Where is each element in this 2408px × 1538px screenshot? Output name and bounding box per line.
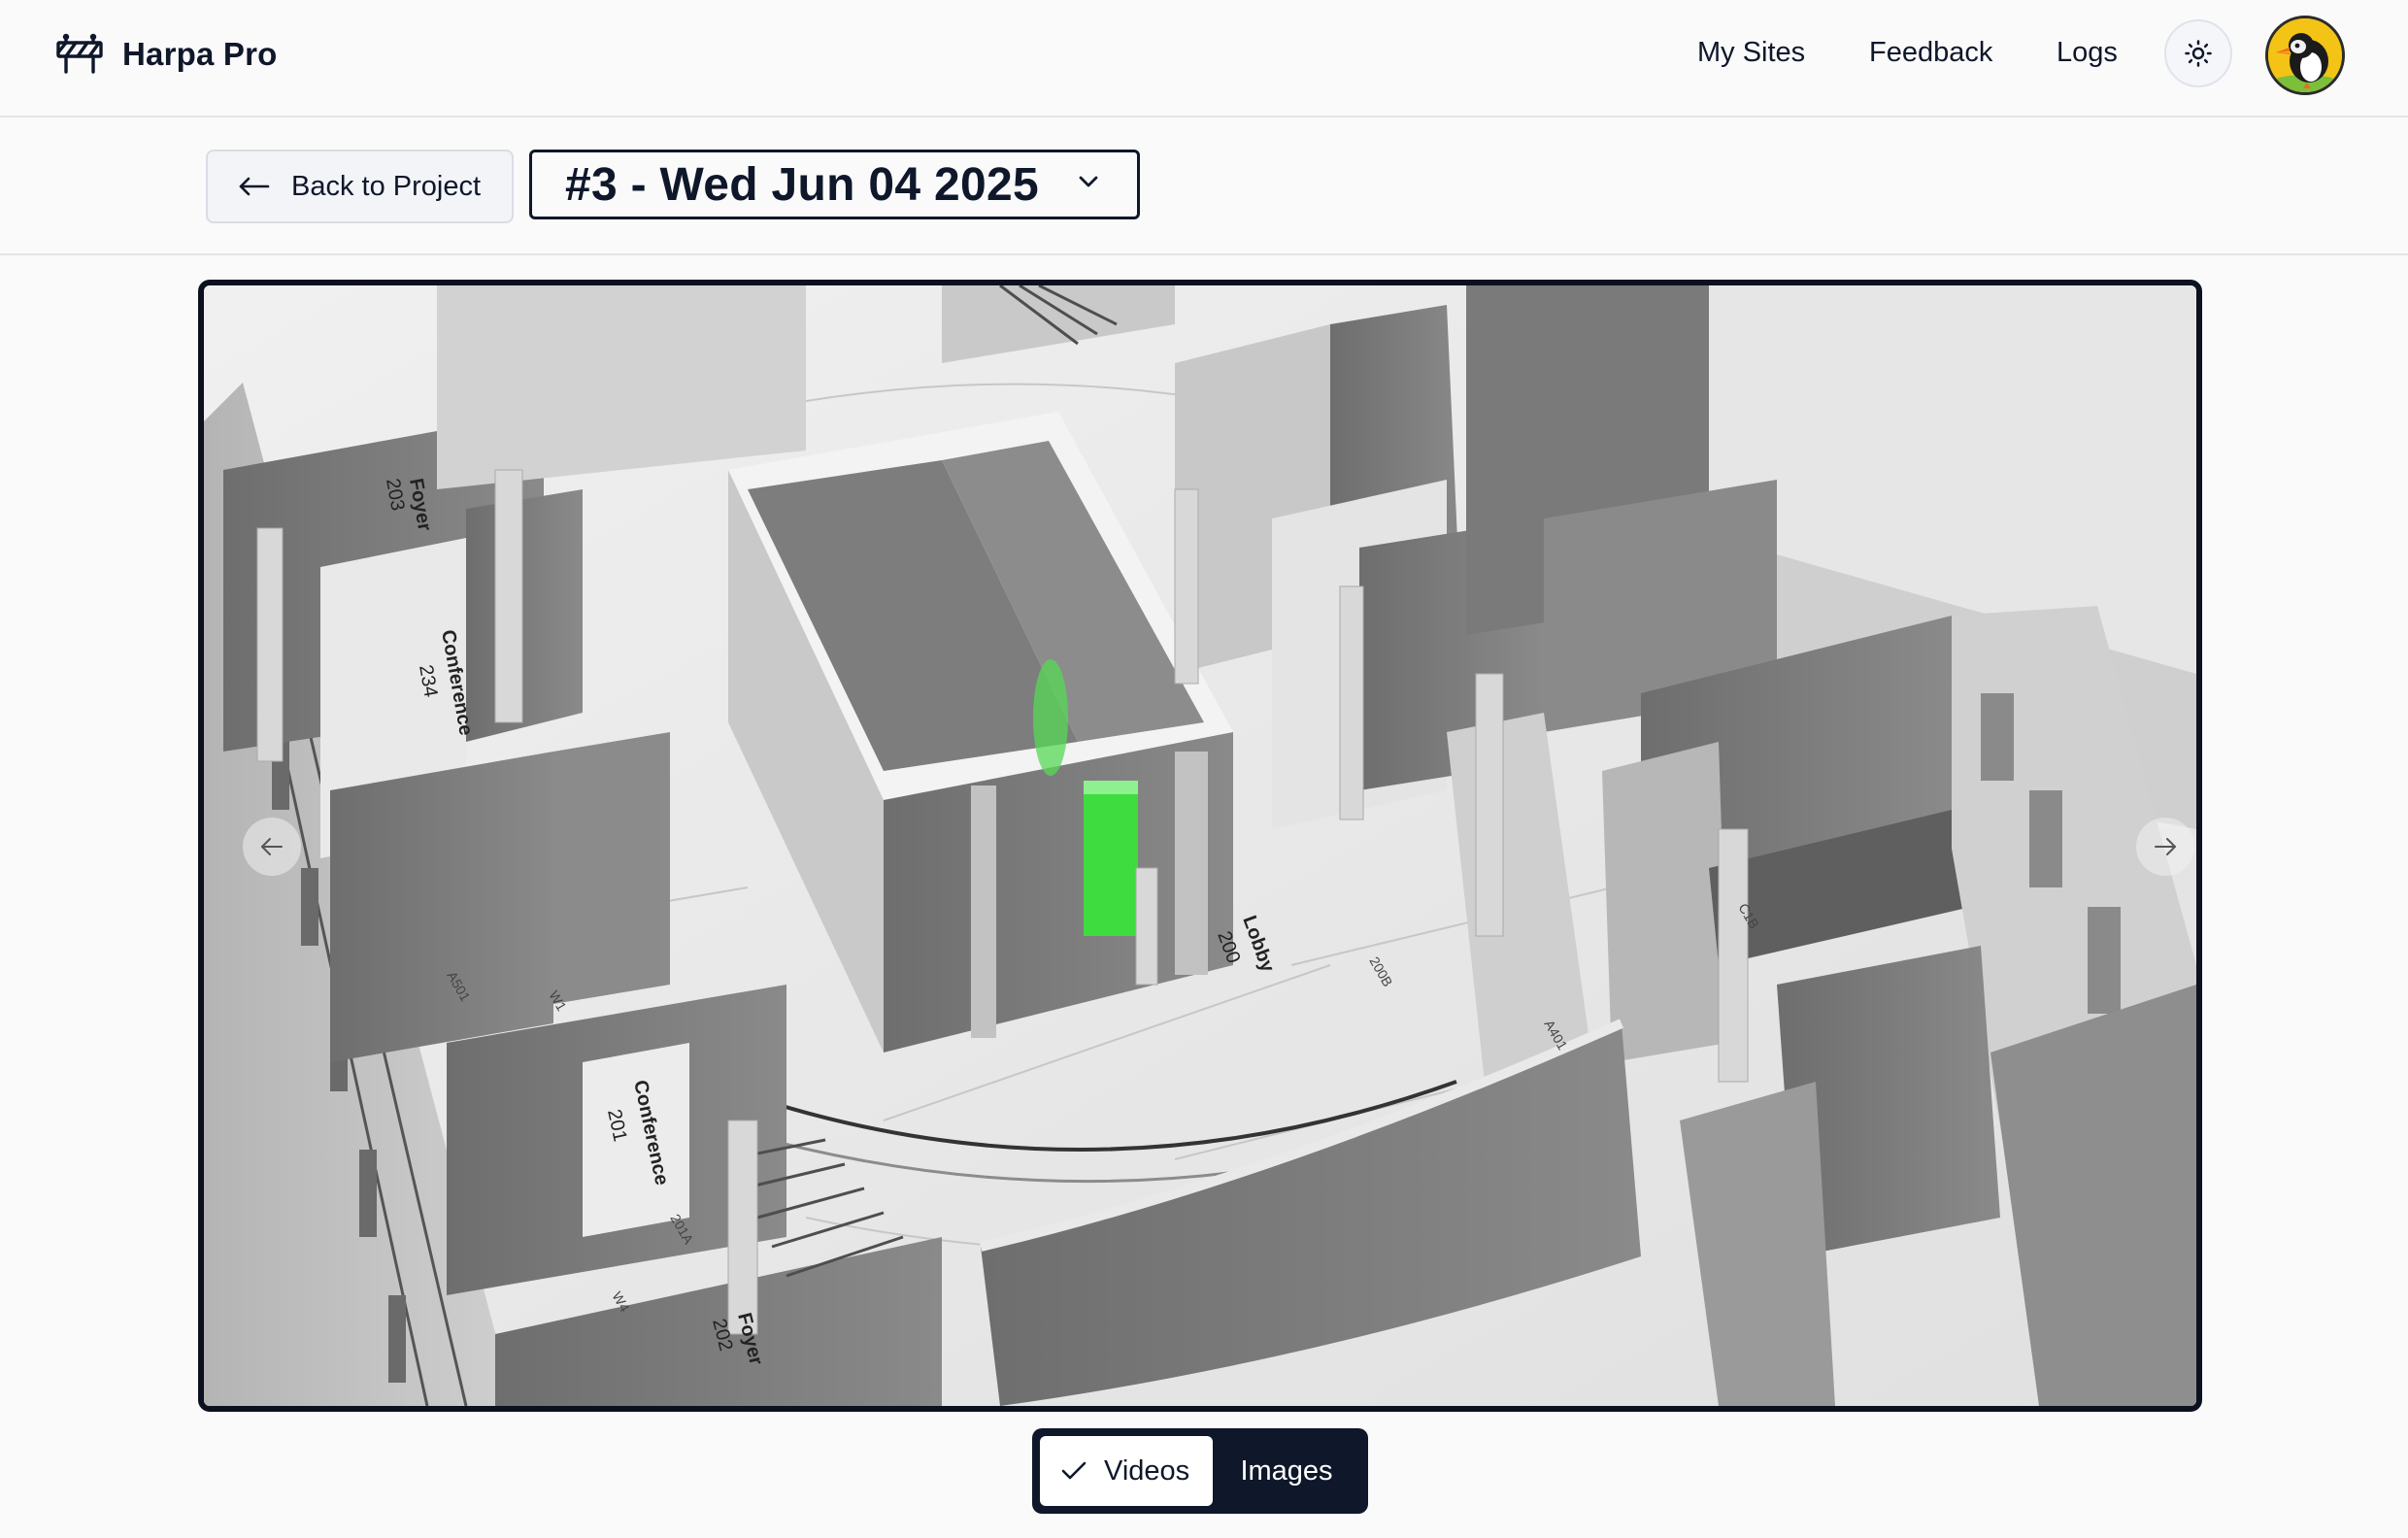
nav-logs[interactable]: Logs: [2057, 37, 2118, 69]
check-icon: [1061, 1461, 1087, 1480]
media-type-toggle: Videos Images: [1032, 1428, 1368, 1514]
next-capture-button[interactable]: [2136, 818, 2194, 876]
capture-date-select[interactable]: #3 - Wed Jun 04 2025: [529, 150, 1140, 219]
previous-capture-button[interactable]: [243, 818, 301, 876]
app-header: Harpa Pro My Sites Feedback Logs: [0, 0, 2408, 117]
capture-toolbar: Back to Project #3 - Wed Jun 04 2025: [0, 117, 2408, 255]
back-to-project-button[interactable]: Back to Project: [206, 150, 514, 223]
nav-feedback[interactable]: Feedback: [1869, 37, 1992, 69]
images-option[interactable]: Images: [1213, 1436, 1360, 1506]
arrow-left-icon: [239, 177, 270, 196]
videos-option-label: Videos: [1104, 1454, 1190, 1487]
road-barrier-icon: [56, 33, 103, 74]
videos-option[interactable]: Videos: [1040, 1436, 1213, 1506]
chevron-down-icon: [1079, 176, 1098, 187]
images-option-label: Images: [1240, 1454, 1333, 1487]
arrow-left-icon: [261, 838, 283, 855]
puffin-avatar-icon: [2268, 18, 2342, 92]
back-to-project-label: Back to Project: [291, 170, 482, 202]
capture-viewer[interactable]: Foyer 203 Conference 234 Lobby 200 Confe…: [198, 280, 2202, 1412]
bim-model-render: Foyer 203 Conference 234 Lobby 200 Confe…: [204, 285, 2196, 1406]
capture-date-value: #3 - Wed Jun 04 2025: [565, 158, 1040, 211]
theme-toggle-button[interactable]: [2164, 19, 2232, 87]
app-name: Harpa Pro: [122, 36, 278, 72]
nav-my-sites[interactable]: My Sites: [1697, 37, 1805, 69]
sun-icon: [2185, 40, 2212, 67]
arrow-right-icon: [2155, 838, 2176, 855]
user-avatar[interactable]: [2265, 16, 2345, 95]
brand-home-link[interactable]: Harpa Pro: [56, 31, 278, 78]
